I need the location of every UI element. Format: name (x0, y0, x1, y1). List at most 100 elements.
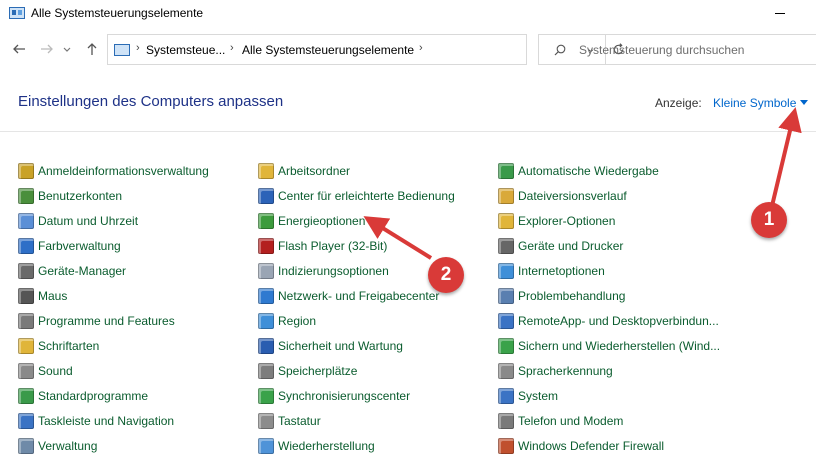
recent-locations-button[interactable] (60, 38, 74, 60)
control-panel-item[interactable]: Programme und Features (18, 308, 209, 333)
control-panel-item-icon (498, 437, 514, 454)
items-column-2: Arbeitsordner Center für erleichterte Bed… (258, 158, 455, 458)
control-panel-item-label[interactable]: System (518, 389, 558, 403)
view-label: Anzeige: (655, 96, 702, 110)
control-panel-item-label[interactable]: Indizierungsoptionen (278, 264, 389, 278)
control-panel-item-label[interactable]: Schriftarten (38, 339, 99, 353)
control-panel-item-icon (498, 387, 514, 404)
control-panel-item-label[interactable]: Standardprogramme (38, 389, 148, 403)
control-panel-item[interactable]: Taskleiste und Navigation (18, 408, 209, 433)
control-panel-item-label[interactable]: Dateiversionsverlauf (518, 189, 627, 203)
search-box[interactable]: Systemsteuerung durchsuchen (538, 34, 816, 65)
control-panel-item-label[interactable]: Wiederherstellung (278, 439, 375, 453)
control-panel-item[interactable]: Maus (18, 283, 209, 308)
control-panel-item-label[interactable]: Programme und Features (38, 314, 175, 328)
breadcrumb-separator-icon[interactable]: › (230, 42, 234, 54)
control-panel-item[interactable]: Sicherheit und Wartung (258, 333, 455, 358)
control-panel-item-label[interactable]: RemoteApp- und Desktopverbindun... (518, 314, 719, 328)
control-panel-item[interactable]: Center für erleichterte Bedienung (258, 183, 455, 208)
control-panel-item[interactable]: Explorer-Optionen (498, 208, 720, 233)
control-panel-item-label[interactable]: Verwaltung (38, 439, 97, 453)
control-panel-item[interactable]: Region (258, 308, 455, 333)
control-panel-item-label[interactable]: Netzwerk- und Freigabecenter (278, 289, 439, 303)
control-panel-item-label[interactable]: Speicherplätze (278, 364, 357, 378)
minimize-button[interactable] (760, 0, 800, 28)
control-panel-item[interactable]: System (498, 383, 720, 408)
control-panel-item-label[interactable]: Datum und Uhrzeit (38, 214, 138, 228)
control-panel-item-icon (498, 162, 514, 179)
control-panel-item[interactable]: Arbeitsordner (258, 158, 455, 183)
control-panel-item-label[interactable]: Flash Player (32-Bit) (278, 239, 387, 253)
control-panel-item-label[interactable]: Arbeitsordner (278, 164, 350, 178)
control-panel-item[interactable]: RemoteApp- und Desktopverbindun... (498, 308, 720, 333)
control-panel-item-label[interactable]: Telefon und Modem (518, 414, 623, 428)
control-panel-item-label[interactable]: Center für erleichterte Bedienung (278, 189, 455, 203)
control-panel-item-icon (498, 237, 514, 254)
address-bar[interactable]: › Systemsteue... › Alle Systemsteuerungs… (107, 34, 624, 65)
control-panel-item[interactable]: Synchronisierungscenter (258, 383, 455, 408)
control-panel-item-label[interactable]: Windows Defender Firewall (518, 439, 664, 453)
control-panel-item[interactable]: Automatische Wiedergabe (498, 158, 720, 183)
control-panel-item[interactable]: Windows Defender Firewall (498, 433, 720, 458)
control-panel-item[interactable]: Farbverwaltung (18, 233, 209, 258)
control-panel-item-label[interactable]: Internetoptionen (518, 264, 605, 278)
control-panel-item[interactable]: Datum und Uhrzeit (18, 208, 209, 233)
control-panel-item[interactable]: Dateiversionsverlauf (498, 183, 720, 208)
divider (0, 131, 816, 132)
control-panel-item-label[interactable]: Geräte-Manager (38, 264, 126, 278)
control-panel-item-icon (18, 437, 34, 454)
view-mode-select[interactable]: Kleine Symbole (713, 96, 796, 110)
control-panel-item-icon (258, 312, 274, 329)
control-panel-item-label[interactable]: Sicherheit und Wartung (278, 339, 403, 353)
control-panel-item-label[interactable]: Taskleiste und Navigation (38, 414, 174, 428)
control-panel-item-icon (18, 162, 34, 179)
control-panel-item[interactable]: Anmeldeinformationsverwaltung (18, 158, 209, 183)
control-panel-item[interactable]: Benutzerkonten (18, 183, 209, 208)
control-panel-item-label[interactable]: Region (278, 314, 316, 328)
breadcrumb-separator-icon[interactable]: › (136, 42, 140, 54)
control-panel-item[interactable]: Spracherkennung (498, 358, 720, 383)
control-panel-item-label[interactable]: Sichern und Wiederherstellen (Wind... (518, 339, 720, 353)
control-panel-item[interactable]: Problembehandlung (498, 283, 720, 308)
control-panel-item[interactable]: Wiederherstellung (258, 433, 455, 458)
control-panel-item-label[interactable]: Geräte und Drucker (518, 239, 623, 253)
control-panel-item-label[interactable]: Benutzerkonten (38, 189, 122, 203)
control-panel-item[interactable]: Flash Player (32-Bit) (258, 233, 455, 258)
control-panel-item[interactable]: Sound (18, 358, 209, 383)
control-panel-item[interactable]: Verwaltung (18, 433, 209, 458)
control-panel-item-label[interactable]: Anmeldeinformationsverwaltung (38, 164, 209, 178)
control-panel-item-label[interactable]: Energieoptionen (278, 214, 365, 228)
control-panel-icon (114, 44, 130, 56)
control-panel-item-label[interactable]: Explorer-Optionen (518, 214, 615, 228)
control-panel-item-label[interactable]: Synchronisierungscenter (278, 389, 410, 403)
caret-down-icon[interactable] (800, 100, 808, 105)
control-panel-item-label[interactable]: Farbverwaltung (38, 239, 121, 253)
control-panel-item-label[interactable]: Automatische Wiedergabe (518, 164, 659, 178)
up-button[interactable] (81, 38, 103, 60)
control-panel-item[interactable]: Sichern und Wiederherstellen (Wind... (498, 333, 720, 358)
control-panel-item[interactable]: Geräte und Drucker (498, 233, 720, 258)
control-panel-item[interactable]: Tastatur (258, 408, 455, 433)
control-panel-item-icon (258, 212, 274, 229)
control-panel-item-label[interactable]: Problembehandlung (518, 289, 625, 303)
control-panel-item[interactable]: Internetoptionen (498, 258, 720, 283)
control-panel-item-icon (258, 337, 274, 354)
breadcrumb-all-items[interactable]: Alle Systemsteuerungselemente (242, 43, 414, 57)
control-panel-item[interactable]: Telefon und Modem (498, 408, 720, 433)
control-panel-item[interactable]: Geräte-Manager (18, 258, 209, 283)
control-panel-item-label[interactable]: Tastatur (278, 414, 321, 428)
control-panel-item[interactable]: Netzwerk- und Freigabecenter (258, 283, 455, 308)
control-panel-item-icon (258, 162, 274, 179)
breadcrumb-separator-icon[interactable]: › (419, 42, 423, 54)
breadcrumb-systemsteuerung[interactable]: Systemsteue... (146, 43, 225, 57)
control-panel-item[interactable]: Energieoptionen (258, 208, 455, 233)
control-panel-item-label[interactable]: Spracherkennung (518, 364, 613, 378)
control-panel-item[interactable]: Standardprogramme (18, 383, 209, 408)
control-panel-item[interactable]: Speicherplätze (258, 358, 455, 383)
control-panel-item-label[interactable]: Maus (38, 289, 67, 303)
back-button[interactable] (8, 38, 30, 60)
control-panel-item[interactable]: Schriftarten (18, 333, 209, 358)
control-panel-item[interactable]: Indizierungsoptionen (258, 258, 455, 283)
forward-button[interactable] (36, 38, 58, 60)
control-panel-item-label[interactable]: Sound (38, 364, 73, 378)
